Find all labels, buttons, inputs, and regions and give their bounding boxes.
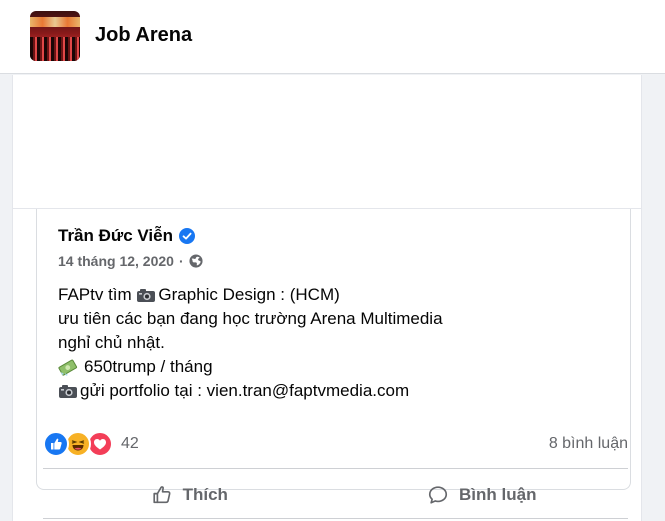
globe-icon[interactable] bbox=[189, 254, 203, 268]
post-card: Trần Đức Viễn 14 tháng 12, 2020 · FAPtv … bbox=[12, 75, 642, 521]
thumbs-up-icon bbox=[152, 486, 171, 504]
avatar-stage-lights bbox=[30, 17, 80, 27]
post-meta: 14 tháng 12, 2020 · bbox=[58, 253, 203, 269]
post-media-area bbox=[13, 75, 641, 209]
post-line-3-text: nghỉ chủ nhật. bbox=[58, 333, 165, 352]
post-line-5: gửi portfolio tại : vien.tran@faptvmedia… bbox=[58, 379, 618, 403]
post-line-4-text: 650trump / tháng bbox=[84, 357, 213, 376]
group-title[interactable]: Job Arena bbox=[95, 24, 192, 47]
bottom-divider bbox=[43, 518, 628, 519]
avatar-crowd bbox=[30, 37, 80, 61]
post-line-1: FAPtv tìm Graphic Design : (HCM) bbox=[58, 283, 618, 307]
comment-count[interactable]: 8 bình luận bbox=[549, 435, 628, 453]
post-date[interactable]: 14 tháng 12, 2020 bbox=[58, 253, 174, 269]
group-avatar[interactable] bbox=[30, 11, 80, 61]
camera-emoji-icon bbox=[59, 385, 77, 398]
author-name[interactable]: Trần Đức Viễn bbox=[58, 226, 173, 246]
meta-separator: · bbox=[178, 253, 184, 269]
like-button-label: Thích bbox=[182, 485, 228, 504]
like-reaction-icon bbox=[43, 431, 69, 457]
post-line-1-suffix: Graphic Design : (HCM) bbox=[158, 285, 340, 304]
post-line-5-text: gửi portfolio tại : vien.tran@faptvmedia… bbox=[80, 381, 410, 400]
comment-button[interactable]: Bình luận bbox=[336, 475, 629, 515]
actions-divider bbox=[43, 468, 628, 469]
post-line-2: ưu tiên các bạn đang học trường Arena Mu… bbox=[58, 307, 618, 331]
group-header: Job Arena bbox=[0, 0, 665, 74]
post-body: FAPtv tìm Graphic Design : (HCM) ưu tiên… bbox=[58, 283, 618, 403]
reaction-icons[interactable] bbox=[43, 431, 115, 457]
comment-bubble-icon bbox=[428, 486, 448, 504]
reaction-count[interactable]: 42 bbox=[121, 435, 139, 453]
post-line-3: nghỉ chủ nhật. bbox=[58, 331, 618, 355]
post-line-2-text: ưu tiên các bạn đang học trường Arena Mu… bbox=[58, 309, 443, 328]
comment-button-label: Bình luận bbox=[459, 485, 537, 504]
money-emoji-icon bbox=[58, 359, 78, 376]
camera-emoji-icon bbox=[137, 289, 156, 302]
post-line-4: 650trump / tháng bbox=[58, 355, 618, 379]
verified-badge-icon bbox=[178, 228, 195, 244]
post-line-1-text: FAPtv tìm bbox=[58, 285, 137, 304]
post-actions: Thích Bình luận bbox=[43, 475, 628, 515]
reactions-row: 42 8 bình luận bbox=[43, 430, 628, 460]
like-button[interactable]: Thích bbox=[43, 475, 336, 515]
author-row: Trần Đức Viễn bbox=[58, 226, 195, 246]
